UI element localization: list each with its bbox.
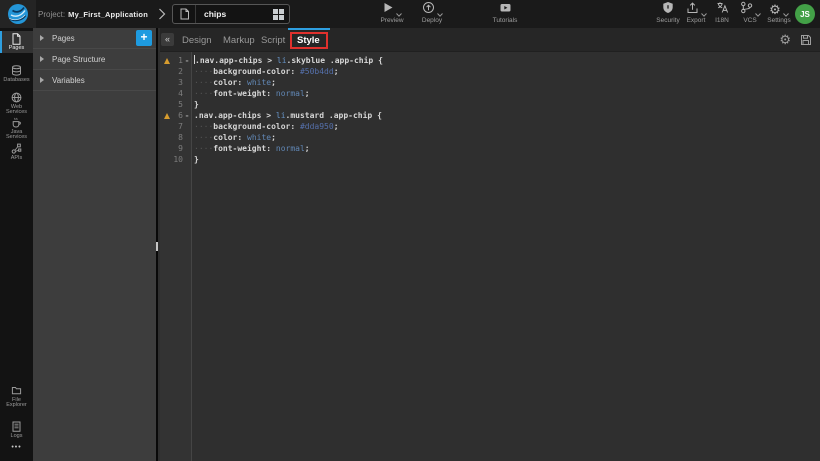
nodes-icon <box>11 143 22 154</box>
save-icon[interactable] <box>800 34 812 46</box>
line-number: 10 <box>173 155 183 164</box>
sidebar-item-label: Databases <box>3 78 29 84</box>
page-tab-chips[interactable]: chips <box>172 4 290 24</box>
project-name[interactable]: My_First_Application <box>68 10 148 19</box>
play-icon <box>382 1 394 19</box>
sidebar-item-java-services[interactable]: JavaServices <box>0 115 33 141</box>
tab-design[interactable]: Design <box>182 28 212 52</box>
page-tab-label: chips <box>196 9 267 19</box>
globe-icon <box>11 92 22 103</box>
breadcrumb: Project: My_First_Application <box>38 0 148 28</box>
sidebar-item-label: WebServices <box>6 105 27 116</box>
wavemaker-logo-icon <box>8 4 28 24</box>
left-sidebar: Pages Databases WebServices JavaServices API… <box>0 28 33 461</box>
line-number: 1 <box>173 56 183 65</box>
expand-arrow-icon[interactable] <box>40 35 44 41</box>
fold-marker[interactable]: - <box>183 56 191 65</box>
fold-marker[interactable]: - <box>183 111 191 120</box>
sidebar-item-file-explorer[interactable]: FileExplorer <box>0 383 33 409</box>
project-label: Project: <box>38 10 65 19</box>
sidebar-item-apis[interactable]: APIs <box>0 141 33 161</box>
panel-section-label: Pages <box>52 34 75 43</box>
explorer-panel: Pages + Page Structure Variables <box>33 28 158 461</box>
sidebar-item-logs[interactable]: Logs <box>0 419 33 439</box>
code-line-6: .nav.app-chips > li.mustard .app-chip { <box>194 110 820 121</box>
panel-section-variables[interactable]: Variables <box>33 70 156 91</box>
deploy-button[interactable]: Deploy <box>409 3 455 24</box>
editor-code[interactable]: .nav.app-chips > li.skyblue .app-chip {·… <box>192 52 820 461</box>
panel-resize-grip[interactable] <box>156 242 158 251</box>
line-number: 2 <box>173 67 183 76</box>
code-editor[interactable]: 1-23456-78910 .nav.app-chips > li.skyblu… <box>160 52 820 461</box>
tab-script[interactable]: Script <box>261 28 285 52</box>
tab-style[interactable]: Style <box>297 28 320 52</box>
code-line-10: } <box>194 154 820 165</box>
pages-icon <box>11 33 22 44</box>
expand-arrow-icon[interactable] <box>40 56 44 62</box>
studio-app: Project: My_First_Application chips Prev… <box>0 0 820 461</box>
line-number: 6 <box>173 111 183 120</box>
line-number: 4 <box>173 89 183 98</box>
editor-settings-icon[interactable]: ⚙ <box>779 33 791 46</box>
folder-icon <box>11 385 22 396</box>
branch-icon <box>740 1 753 19</box>
logs-icon <box>11 421 22 432</box>
code-line-9: ····font-weight: normal; <box>194 143 820 154</box>
code-line-8: ····color: white; <box>194 132 820 143</box>
line-number: 9 <box>173 144 183 153</box>
page-icon <box>173 5 196 23</box>
line-number: 5 <box>173 100 183 109</box>
sidebar-item-databases[interactable]: Databases <box>0 63 33 83</box>
line-number: 3 <box>173 78 183 87</box>
action-label: Deploy <box>422 17 442 24</box>
sidebar-item-label: FileExplorer <box>6 398 26 409</box>
code-line-4: ····font-weight: normal; <box>194 88 820 99</box>
action-label: Preview <box>380 17 403 24</box>
action-label: Settings <box>767 17 791 24</box>
editor-gutter: 1-23456-78910 <box>160 52 192 461</box>
action-label: VCS <box>743 17 756 24</box>
code-line-5: } <box>194 99 820 110</box>
line-number: 8 <box>173 133 183 142</box>
database-icon <box>11 65 22 76</box>
deploy-icon <box>422 1 435 19</box>
gear-icon: ⚙ <box>769 1 781 19</box>
add-page-button[interactable]: + <box>136 30 152 46</box>
line-number: 7 <box>173 122 183 131</box>
breadcrumb-chevron-icon <box>158 8 166 20</box>
panel-section-label: Variables <box>52 76 85 85</box>
code-line-2: ····background-color: #50b4dd; <box>194 66 820 77</box>
app-logo[interactable] <box>0 0 36 28</box>
panel-section-page-structure[interactable]: Page Structure <box>33 49 156 70</box>
sidebar-item-label: JavaServices <box>6 130 27 141</box>
sidebar-item-label: APIs <box>11 156 23 162</box>
coffee-icon <box>11 117 22 128</box>
editor-tab-bar: ⚙ Design MarkupScript Style <box>160 28 820 52</box>
expand-arrow-icon[interactable] <box>40 77 44 83</box>
tutorials-button[interactable]: Tutorials <box>482 3 528 24</box>
export-icon <box>686 1 699 19</box>
user-avatar[interactable]: JS <box>795 4 815 24</box>
sidebar-item-label: Logs <box>11 434 23 440</box>
panel-section-label: Page Structure <box>52 55 105 64</box>
warning-icon <box>160 58 173 64</box>
panel-section-pages[interactable]: Pages + <box>33 28 156 49</box>
sidebar-item-web-services[interactable]: WebServices <box>0 90 33 116</box>
top-bar: Project: My_First_Application chips Prev… <box>0 0 820 28</box>
code-line-7: ····background-color: #dda950; <box>194 121 820 132</box>
sidebar-item-pages[interactable]: Pages <box>0 31 33 53</box>
video-icon <box>499 1 512 19</box>
sidebar-item-label: Pages <box>9 46 25 52</box>
code-line-1: .nav.app-chips > li.skyblue .app-chip { <box>194 55 820 66</box>
editor-area: « ⚙ DesignMarkupScriptStyle 1-23456-7891… <box>160 28 820 461</box>
code-line-3: ····color: white; <box>194 77 820 88</box>
warning-icon <box>160 113 173 119</box>
tab-markup[interactable]: Markup <box>223 28 255 52</box>
grid-icon[interactable] <box>267 5 289 23</box>
action-label: Tutorials <box>493 17 518 24</box>
collapse-panel-button[interactable]: « <box>161 33 174 46</box>
sidebar-more-button[interactable]: ••• <box>0 444 33 451</box>
